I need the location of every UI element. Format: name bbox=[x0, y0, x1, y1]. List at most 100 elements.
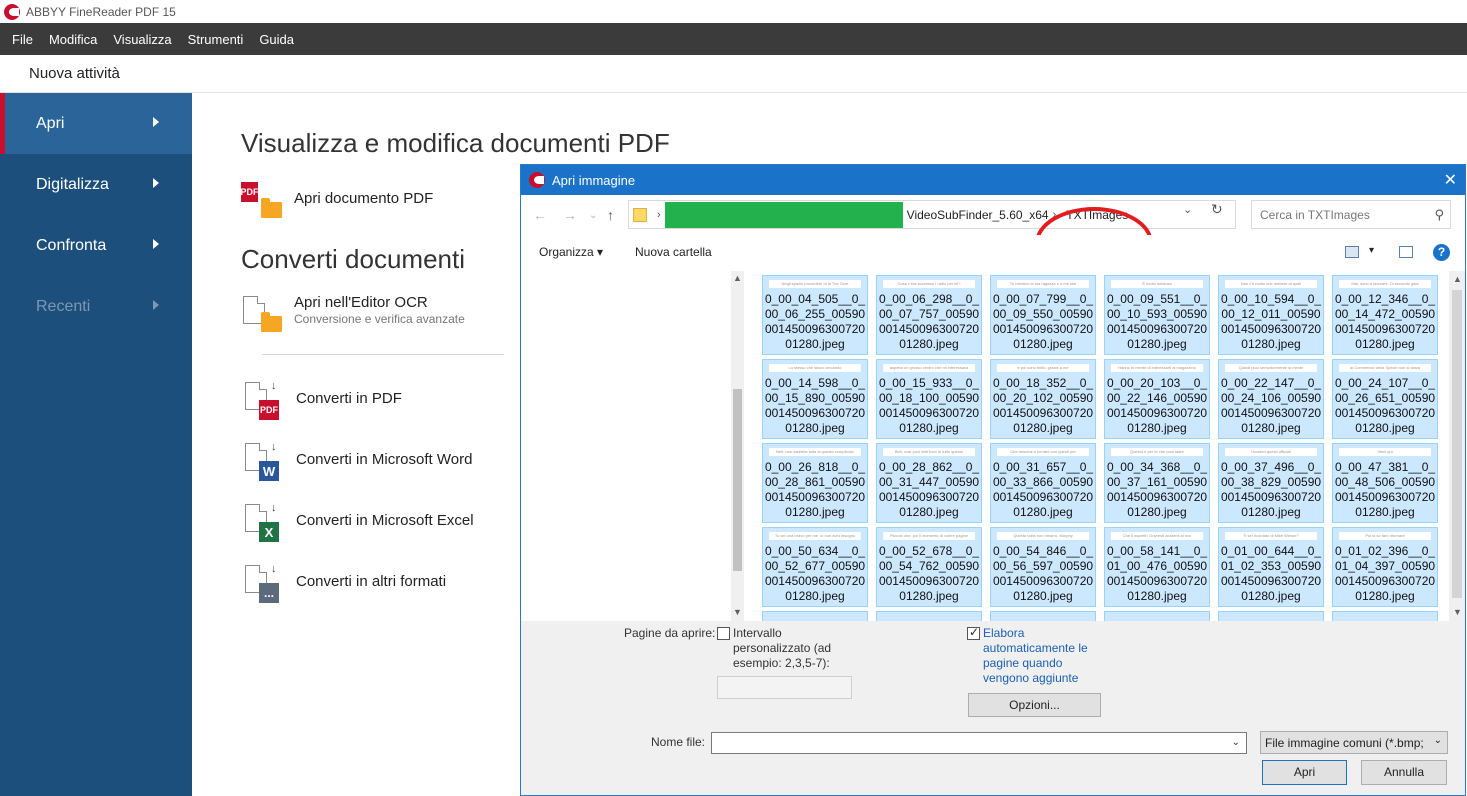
organize-button[interactable]: Organizza ▾ bbox=[539, 245, 603, 259]
filename-input[interactable]: ⌄ bbox=[711, 732, 1247, 754]
file-thumbnail: Beh, così puoi farti fuori di tutto ques… bbox=[883, 448, 975, 456]
up-arrow-icon[interactable]: ↑ bbox=[607, 207, 614, 223]
scroll-up-icon[interactable]: ▲ bbox=[733, 273, 742, 283]
file-thumbnail: Poi io so farò ritornare bbox=[1339, 532, 1431, 540]
file-tile[interactable]: Uccideri questi ufficiali 0_00_37_496__0_… bbox=[1218, 443, 1324, 523]
file-tile[interactable]: Beh, non sarebbe tolta la questo complic… bbox=[762, 443, 868, 523]
menu-file[interactable]: File bbox=[4, 32, 41, 47]
sidebar-item-label: Digitalizza bbox=[36, 175, 109, 193]
task-label: Converti in Microsoft Excel bbox=[296, 512, 474, 529]
close-icon[interactable]: ✕ bbox=[1444, 170, 1457, 190]
sidebar-item-digitalizza[interactable]: Digitalizza bbox=[0, 154, 192, 215]
file-thumbnail: al Commercio della Specie non si stava bbox=[1339, 364, 1431, 372]
file-tile[interactable]: al Commercio della Specie non si stava 0_… bbox=[1332, 359, 1438, 439]
task-convert-to-word[interactable]: ↓ W Converti in Microsoft Word bbox=[243, 441, 472, 481]
new-folder-button[interactable]: Nuova cartella bbox=[635, 245, 712, 259]
scroll-up-icon[interactable]: ▲ bbox=[1453, 274, 1462, 284]
file-tile[interactable]: Hanno in mente di interessarti al magazz… bbox=[1104, 359, 1210, 439]
file-tile[interactable]: Vieni qui 0_00_47_381__0_00_48_506_005900… bbox=[1332, 443, 1438, 523]
sidebar-item-apri[interactable]: Apri bbox=[0, 93, 192, 154]
convert-pdf-icon: ↓ PDF bbox=[243, 380, 279, 420]
file-tile[interactable]: aspetta un grosso centro che mi interess… bbox=[876, 359, 982, 439]
menu-visualizza[interactable]: Visualizza bbox=[105, 32, 179, 47]
file-name: 0_00_28_862__0_00_31_447_005900014500963… bbox=[878, 460, 980, 519]
file-tile[interactable]: Tu sei una bravo per me, io non avrò bis… bbox=[762, 527, 868, 607]
file-tile[interactable]: Lo stesso che stavo cercando 0_00_14_598_… bbox=[762, 359, 868, 439]
file-scrollbar[interactable]: ▲ ▼ bbox=[1449, 271, 1465, 621]
file-thumbnail: Non c'è molto che mettere ai quali bbox=[1225, 280, 1317, 288]
file-tile[interactable]: Ti sei ricordato di Mike Weiser? 0_01_00_… bbox=[1218, 527, 1324, 607]
file-tile[interactable]: Questo è per te che puoi stare 0_00_34_36… bbox=[1104, 443, 1210, 523]
new-task-tab[interactable]: Nuova attività bbox=[29, 65, 120, 82]
scroll-down-icon[interactable]: ▼ bbox=[733, 607, 742, 617]
preview-pane-icon[interactable] bbox=[1399, 246, 1413, 258]
refresh-icon[interactable]: ↻ bbox=[1211, 201, 1223, 218]
sidebar-item-label: Confronta bbox=[36, 236, 107, 254]
task-convert-to-pdf[interactable]: ↓ PDF Converti in PDF bbox=[243, 380, 402, 420]
file-name: 0_00_58_141__0_01_00_476_005900014500963… bbox=[1106, 544, 1208, 603]
custom-range-input[interactable] bbox=[717, 676, 852, 699]
options-button[interactable]: Opzioni... bbox=[968, 693, 1101, 717]
open-button[interactable]: Apri bbox=[1262, 760, 1347, 785]
back-arrow-icon[interactable]: ← bbox=[533, 207, 547, 223]
heading-convert-documents: Converti documenti bbox=[241, 244, 465, 274]
scroll-down-icon[interactable]: ▼ bbox=[1453, 607, 1462, 617]
navigation-scrollbar[interactable]: ▲ ▼ bbox=[731, 271, 744, 621]
file-tile[interactable]: Negli spazio procedere di là The Ocer 0_0… bbox=[762, 275, 868, 355]
file-tile[interactable]: Che riuscirai a tornare con questi per 0_… bbox=[990, 443, 1096, 523]
file-tile-partial[interactable] bbox=[1104, 611, 1210, 621]
file-tile[interactable]: Non c'è molto che mettere ai quali 0_00_1… bbox=[1218, 275, 1324, 355]
file-thumbnail: Uccideri questi ufficiali bbox=[1225, 448, 1317, 456]
task-open-ocr-editor[interactable]: Apri nell'Editor OCR Conversione e verif… bbox=[241, 294, 465, 334]
address-row: ← → ⌄ ↑ › VideoSubFinder_5.60_x64 › TXTI… bbox=[521, 195, 1465, 279]
auto-process-checkbox[interactable] bbox=[967, 625, 980, 640]
file-tile[interactable]: È molto solidosa 0_00_09_551__0_00_10_593… bbox=[1104, 275, 1210, 355]
file-tile[interactable]: Mai, sono a lavorare. Di secondo gala 0_0… bbox=[1332, 275, 1438, 355]
search-box[interactable]: Cerca in TXTImages ⚲ bbox=[1251, 200, 1451, 229]
file-tile[interactable]: Piccolo che, poi il momento di volere pa… bbox=[876, 527, 982, 607]
file-tile[interactable]: e poi sono finito, grazie a me 0_00_18_35… bbox=[990, 359, 1096, 439]
view-mode-chevron-icon[interactable]: ▾ bbox=[1369, 245, 1374, 256]
file-tile[interactable]: Poi io so farò ritornare 0_01_02_396__0_0… bbox=[1332, 527, 1438, 607]
file-tile-partial[interactable] bbox=[876, 611, 982, 621]
file-tile-partial[interactable] bbox=[762, 611, 868, 621]
recent-locations-chevron-icon[interactable]: ⌄ bbox=[589, 210, 597, 221]
filetype-select[interactable]: File immagine comuni (*.bmp; ⌄ bbox=[1260, 731, 1448, 754]
forward-arrow-icon[interactable]: → bbox=[563, 207, 577, 223]
task-convert-to-excel[interactable]: ↓ X Converti in Microsoft Excel bbox=[243, 502, 474, 542]
file-tile-partial[interactable] bbox=[990, 611, 1096, 621]
address-dropdown-icon[interactable]: ⌄ bbox=[1183, 203, 1192, 216]
task-convert-to-other[interactable]: ↓ ... Converti in altri formati bbox=[243, 563, 446, 603]
menu-bar: File Modifica Visualizza Strumenti Guida bbox=[0, 23, 1467, 55]
file-tile[interactable]: Beh, così puoi farti fuori di tutto ques… bbox=[876, 443, 982, 523]
file-tile-partial[interactable] bbox=[1218, 611, 1324, 621]
task-label: Converti in altri formati bbox=[296, 573, 447, 590]
auto-process-label[interactable]: Elabora automaticamente le pagine quando… bbox=[983, 626, 1093, 686]
file-thumbnail: Negli spazio procedere di là The Ocer bbox=[769, 280, 861, 288]
file-tile-partial[interactable] bbox=[1332, 611, 1438, 621]
chevron-down-icon[interactable]: ⌄ bbox=[1232, 737, 1240, 748]
file-name: 0_00_22_147__0_00_24_106_005900014500963… bbox=[1220, 376, 1322, 435]
help-icon[interactable]: ? bbox=[1433, 244, 1450, 261]
scrollbar-thumb[interactable] bbox=[733, 389, 742, 571]
file-thumbnail: Piccolo che, poi il momento di volere pa… bbox=[883, 532, 975, 540]
breadcrumb-folder[interactable]: VideoSubFinder_5.60_x64 bbox=[907, 208, 1049, 222]
sidebar-item-confronta[interactable]: Confronta bbox=[0, 215, 192, 276]
file-browser: ▲ ▼ Negli spazio procedere di là The Oce… bbox=[521, 271, 1465, 621]
task-toolbar: Nuova attività bbox=[0, 55, 1467, 93]
navigation-pane[interactable] bbox=[521, 271, 731, 621]
file-tile[interactable]: Tu mentivo la tua ragazza e a me stai 0_0… bbox=[990, 275, 1096, 355]
task-open-pdf[interactable]: PDF Apri documento PDF bbox=[241, 180, 433, 220]
view-mode-icon[interactable] bbox=[1345, 246, 1359, 258]
cancel-button[interactable]: Annulla bbox=[1361, 760, 1447, 785]
menu-guida[interactable]: Guida bbox=[251, 32, 302, 47]
file-tile[interactable]: Quindi puoi semplicemente la mente 0_00_2… bbox=[1218, 359, 1324, 439]
task-sublabel: Conversione e verifica avanzate bbox=[294, 312, 465, 326]
file-tile[interactable]: Che ti aspetti? Dovresti aiutarmi ai mio… bbox=[1104, 527, 1210, 607]
menu-modifica[interactable]: Modifica bbox=[41, 32, 105, 47]
file-tile[interactable]: Cosa c'era successo i radio per lei? 0_00… bbox=[876, 275, 982, 355]
file-tile[interactable]: Questa volta non rimarrò, Murphy 0_00_54_… bbox=[990, 527, 1096, 607]
custom-range-checkbox[interactable] bbox=[717, 627, 730, 640]
menu-strumenti[interactable]: Strumenti bbox=[180, 32, 252, 47]
scrollbar-thumb[interactable] bbox=[1452, 290, 1462, 598]
